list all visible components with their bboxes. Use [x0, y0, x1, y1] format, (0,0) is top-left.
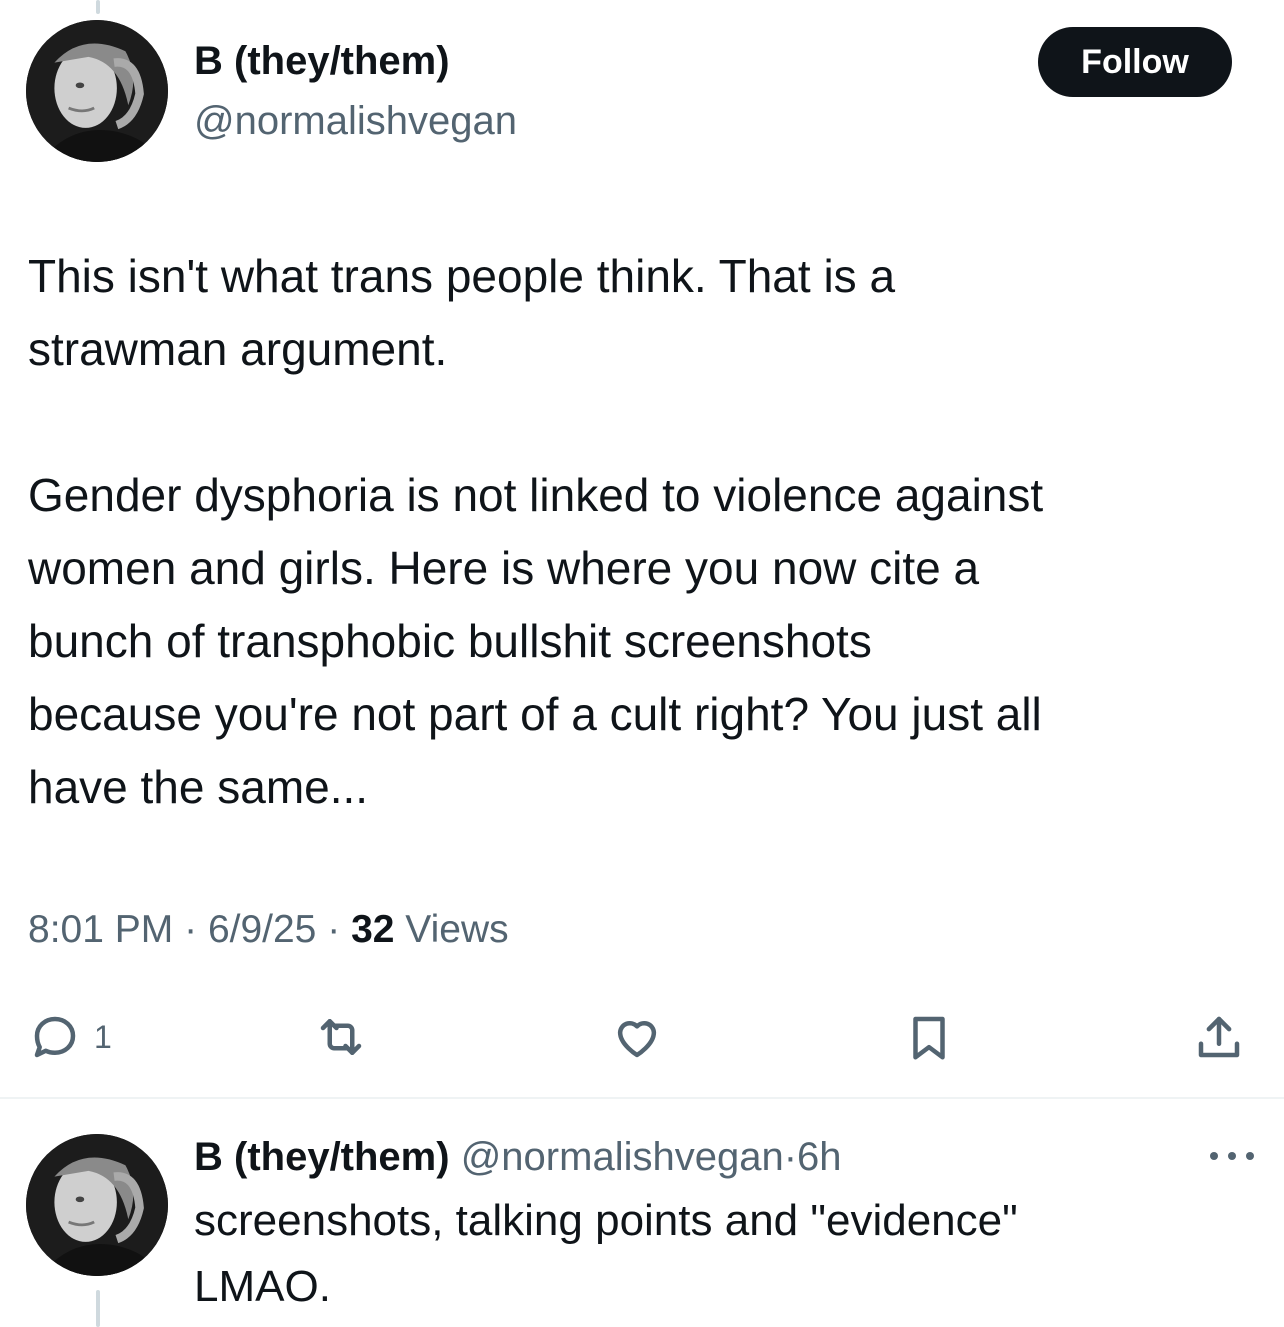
meta-separator: · [327, 908, 341, 951]
tweet-date[interactable]: 6/9/25 [208, 908, 316, 951]
reply-display-name[interactable]: B (they/them) [194, 1135, 450, 1179]
reply-separator: · [783, 1135, 798, 1179]
heart-icon [617, 1020, 657, 1058]
reply-header: B (they/them) @normalishvegan·6h [194, 1132, 842, 1182]
share-button[interactable] [1192, 1005, 1246, 1069]
more-options-button[interactable] [1210, 1136, 1254, 1176]
thread-line-top [96, 0, 100, 14]
reply-text: screenshots, talking points and "evidenc… [194, 1196, 1018, 1311]
reply-avatar[interactable] [26, 1134, 168, 1276]
retweet-icon [320, 1019, 362, 1055]
more-dot-icon [1246, 1152, 1254, 1160]
bookmark-button[interactable] [902, 1005, 956, 1069]
reply-button[interactable]: 1 [28, 1005, 112, 1069]
reply-handle[interactable]: @normalishvegan [461, 1135, 784, 1179]
reply-count: 1 [94, 1018, 112, 1055]
views-count: 32 [351, 908, 395, 951]
like-button[interactable] [610, 1005, 664, 1069]
tweet-meta: 8:01 PM · 6/9/25 · 32 Views [28, 905, 509, 955]
reply-age[interactable]: 6h [797, 1135, 842, 1179]
views-label: Views [405, 908, 509, 951]
more-dot-icon [1210, 1152, 1218, 1160]
retweet-button[interactable] [314, 1005, 368, 1069]
action-bar: 1 [0, 1005, 1284, 1075]
bookmark-icon [913, 1016, 945, 1060]
thread-line-bottom [96, 1290, 100, 1327]
avatar[interactable] [26, 20, 168, 162]
reply-avatar-photo [26, 1134, 168, 1276]
reply-icon [34, 1016, 76, 1058]
avatar-photo [26, 20, 168, 162]
meta-separator: · [184, 908, 198, 951]
user-handle[interactable]: @normalishvegan [194, 98, 517, 144]
follow-button[interactable]: Follow [1038, 27, 1232, 97]
display-name[interactable]: B (they/them) [194, 38, 450, 84]
tweet-time[interactable]: 8:01 PM [28, 908, 173, 951]
share-icon [1198, 1016, 1240, 1058]
more-dot-icon [1228, 1152, 1236, 1160]
tweet-text: This isn't what trans people think. That… [28, 250, 1044, 813]
divider [0, 1097, 1284, 1099]
